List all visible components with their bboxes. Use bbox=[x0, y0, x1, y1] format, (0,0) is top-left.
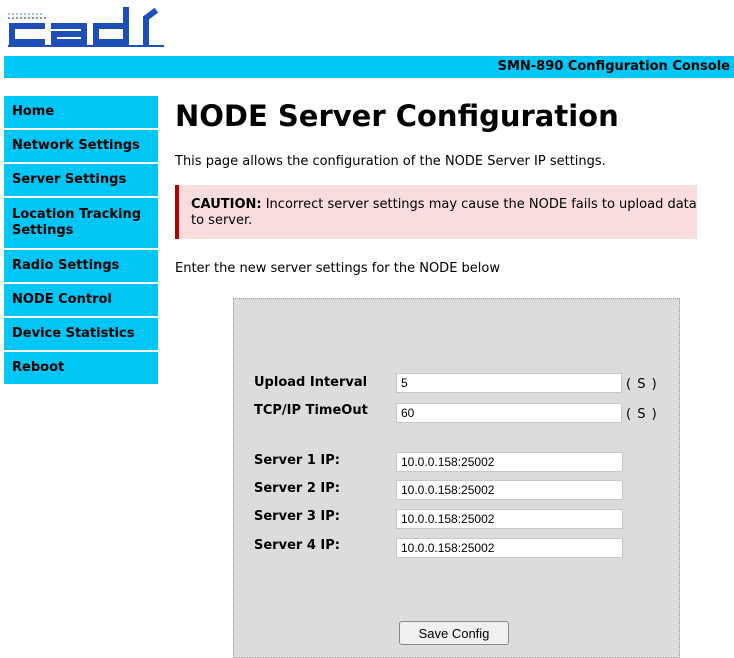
server-4-ip-input[interactable] bbox=[396, 538, 623, 558]
tcp-timeout-label: TCP/IP TimeOut bbox=[254, 403, 368, 418]
server-3-ip-label: Server 3 IP: bbox=[254, 509, 340, 524]
sidebar-nav: Home Network Settings Server Settings Lo… bbox=[4, 96, 158, 386]
page-intro: This page allows the configuration of th… bbox=[175, 154, 606, 169]
caution-box: CAUTION: Incorrect server settings may c… bbox=[175, 185, 697, 239]
server-4-ip-label: Server 4 IP: bbox=[254, 538, 340, 553]
upload-interval-input[interactable] bbox=[396, 373, 622, 393]
page-title: NODE Server Configuration bbox=[175, 99, 619, 133]
sidebar-item-network-settings[interactable]: Network Settings bbox=[4, 130, 158, 164]
caution-label: CAUTION: bbox=[191, 197, 262, 212]
sidebar-item-home[interactable]: Home bbox=[4, 96, 158, 130]
server-2-ip-label: Server 2 IP: bbox=[254, 481, 340, 496]
form-instruction: Enter the new server settings for the NO… bbox=[175, 261, 500, 276]
cadi-logo-graphic bbox=[8, 7, 164, 47]
server-3-ip-input[interactable] bbox=[396, 509, 623, 529]
sidebar-item-node-control[interactable]: NODE Control bbox=[4, 284, 158, 318]
header-banner: SMN-890 Configuration Console bbox=[4, 56, 734, 78]
sidebar-item-server-settings[interactable]: Server Settings bbox=[4, 164, 158, 198]
caution-text: Incorrect server settings may cause the … bbox=[191, 197, 697, 228]
server-settings-form: Upload Interval ( S ) TCP/IP TimeOut ( S… bbox=[233, 298, 680, 658]
main-content: NODE Server Configuration This page allo… bbox=[175, 96, 730, 276]
tcp-timeout-unit: ( S ) bbox=[626, 407, 658, 422]
save-config-button[interactable]: Save Config bbox=[399, 621, 509, 645]
upload-interval-label: Upload Interval bbox=[254, 375, 368, 390]
sidebar-item-reboot[interactable]: Reboot bbox=[4, 352, 158, 386]
sidebar-item-location-tracking-settings[interactable]: Location Tracking Settings bbox=[4, 198, 158, 250]
server-2-ip-input[interactable] bbox=[396, 480, 623, 500]
sidebar-item-radio-settings[interactable]: Radio Settings bbox=[4, 250, 158, 284]
console-title: SMN-890 Configuration Console bbox=[497, 59, 730, 74]
upload-interval-unit: ( S ) bbox=[626, 377, 658, 392]
cadi-logo: cadi bbox=[4, 4, 168, 48]
server-1-ip-input[interactable] bbox=[396, 452, 623, 472]
sidebar-item-device-statistics[interactable]: Device Statistics bbox=[4, 318, 158, 352]
tcp-timeout-input[interactable] bbox=[396, 403, 622, 423]
server-1-ip-label: Server 1 IP: bbox=[254, 453, 340, 468]
